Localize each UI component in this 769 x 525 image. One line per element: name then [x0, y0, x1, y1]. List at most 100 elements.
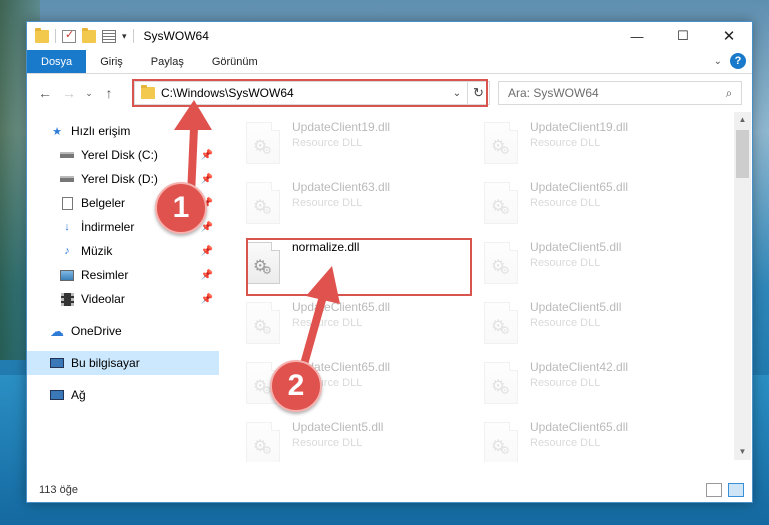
pin-icon: 📌	[200, 245, 213, 257]
sidebar-item-onedrive[interactable]: ☁ OneDrive	[27, 319, 219, 343]
music-icon: ♪	[64, 245, 70, 257]
video-icon	[59, 292, 75, 306]
file-name: normalize.dll	[292, 240, 360, 254]
details-view-icon[interactable]	[706, 483, 722, 497]
toolbar-divider	[55, 29, 56, 43]
file-item[interactable]: ⚙ ⚙ UpdateClient65.dll Resource DLL	[468, 418, 700, 462]
file-type: Resource DLL	[530, 377, 601, 389]
tab-home[interactable]: Giriş	[86, 50, 137, 73]
refresh-button[interactable]: ↻	[467, 82, 489, 104]
tab-share[interactable]: Paylaş	[137, 50, 198, 73]
pin-icon: 📌	[200, 173, 213, 185]
close-button[interactable]: ✕	[706, 22, 752, 50]
file-type: Resource DLL	[292, 317, 363, 329]
address-bar[interactable]: C:\Windows\SysWOW64 ⌄ ↻	[134, 81, 490, 105]
documents-icon	[59, 196, 75, 210]
help-icon[interactable]: ?	[730, 53, 746, 69]
ribbon-right-controls: ⌄ ?	[714, 53, 746, 69]
pictures-icon	[59, 268, 75, 282]
scroll-thumb[interactable]	[736, 130, 749, 178]
file-type: Resource DLL	[292, 197, 363, 209]
file-name: UpdateClient42.dll	[530, 360, 629, 374]
sidebar-item-label: Resimler	[81, 268, 129, 282]
sidebar-item-this-pc[interactable]: Bu bilgisayar	[27, 351, 219, 375]
minimize-button[interactable]: —	[614, 22, 660, 50]
file-type: Resource DLL	[530, 257, 601, 269]
pin-icon: 📌	[200, 269, 213, 281]
file-item[interactable]: ⚙ ⚙ UpdateClient65.dll Resource DLL	[230, 358, 462, 410]
customize-toolbar-icon[interactable]	[102, 29, 116, 43]
expand-ribbon-icon[interactable]: ⌄	[714, 56, 722, 67]
pin-icon: 📌	[200, 149, 213, 161]
folder-icon	[141, 85, 155, 99]
sidebar-item-label: Bu bilgisayar	[71, 356, 140, 370]
view-toggle	[706, 483, 744, 497]
up-button[interactable]: ↑	[97, 85, 121, 101]
tab-file[interactable]: Dosya	[27, 50, 87, 73]
star-icon: ★	[52, 125, 62, 138]
file-item[interactable]: ⚙ ⚙ UpdateClient65.dll Resource DLL	[468, 178, 700, 230]
sidebar-item-label: İndirmeler	[81, 220, 135, 234]
sidebar-item-disk-c[interactable]: Yerel Disk (C:) 📌	[27, 143, 219, 167]
tab-view[interactable]: Görünüm	[198, 50, 272, 73]
search-input[interactable]: Ara: SysWOW64	[508, 86, 717, 100]
sidebar-item-pictures[interactable]: Resimler 📌	[27, 263, 219, 287]
dll-file-icon: ⚙ ⚙	[246, 122, 280, 164]
sidebar-item-label: Yerel Disk (D:)	[81, 172, 158, 186]
file-type: Resource DLL	[530, 197, 601, 209]
file-item[interactable]: ⚙ ⚙ UpdateClient19.dll Resource DLL	[468, 118, 700, 170]
window-title: SysWOW64	[143, 29, 209, 43]
address-dropdown-icon[interactable]: ⌄	[447, 88, 467, 99]
file-item[interactable]: ⚙ ⚙ UpdateClient5.dll Resource DLL	[230, 418, 462, 462]
file-type: Resource DLL	[292, 437, 363, 449]
file-name: UpdateClient5.dll	[530, 300, 622, 314]
back-button[interactable]: ←	[33, 85, 57, 101]
sidebar-item-label: Yerel Disk (C:)	[81, 148, 158, 162]
file-type: Resource DLL	[292, 137, 363, 149]
sidebar-item-network[interactable]: Ağ	[27, 383, 219, 407]
sidebar-item-videos[interactable]: Videolar 📌	[27, 287, 219, 311]
properties-icon[interactable]	[62, 28, 76, 43]
address-path[interactable]: C:\Windows\SysWOW64	[161, 86, 447, 100]
file-item[interactable]: ⚙ ⚙ UpdateClient65.dll Resource DLL	[230, 298, 462, 350]
dll-file-icon: ⚙ ⚙	[484, 302, 518, 344]
sidebar-item-music[interactable]: ♪ Müzik 📌	[27, 239, 219, 263]
file-item[interactable]: ⚙ ⚙ UpdateClient42.dll Resource DLL	[468, 358, 700, 410]
scroll-up-icon[interactable]: ▲	[734, 112, 751, 128]
file-item-normalize-dll[interactable]: ⚙ ⚙ normalize.dll	[230, 238, 462, 290]
dll-file-icon: ⚙ ⚙	[484, 182, 518, 224]
sidebar-item-quick-access[interactable]: ★ Hızlı erişim	[27, 119, 219, 143]
large-icons-view-icon[interactable]	[728, 483, 744, 497]
new-folder-icon[interactable]	[82, 27, 96, 43]
quick-access-toolbar: ▾	[27, 22, 134, 50]
dll-file-icon: ⚙ ⚙	[246, 182, 280, 224]
scroll-down-icon[interactable]: ▼	[734, 444, 751, 460]
maximize-button[interactable]: ☐	[660, 22, 706, 50]
file-item[interactable]: ⚙ ⚙ UpdateClient63.dll Resource DLL	[230, 178, 462, 230]
sidebar-item-label: Belgeler	[81, 196, 126, 210]
search-box[interactable]: Ara: SysWOW64 ⌕	[498, 81, 742, 105]
dll-file-icon: ⚙ ⚙	[484, 362, 518, 404]
file-type: Resource DLL	[530, 437, 601, 449]
folder-icon	[35, 27, 49, 43]
file-name: UpdateClient19.dll	[530, 120, 629, 134]
file-item[interactable]: ⚙ ⚙ UpdateClient5.dll Resource DLL	[468, 298, 700, 350]
title-bar: ▾ SysWOW64 — ☐ ✕	[27, 22, 752, 50]
pin-icon: 📌	[200, 221, 213, 233]
pin-icon: 📌	[200, 293, 213, 305]
toolbar-dropdown-icon[interactable]: ▾	[122, 31, 127, 42]
recent-locations-button[interactable]: ⌄	[81, 88, 97, 99]
sidebar-item-label: OneDrive	[71, 324, 122, 338]
file-name: UpdateClient5.dll	[292, 420, 384, 434]
search-icon[interactable]: ⌕	[717, 86, 741, 101]
vertical-scrollbar[interactable]: ▲ ▼	[734, 112, 751, 460]
file-name: UpdateClient5.dll	[530, 240, 622, 254]
dll-file-icon: ⚙ ⚙	[246, 422, 280, 462]
toolbar-divider	[132, 29, 134, 43]
file-name: UpdateClient65.dll	[530, 420, 629, 434]
file-item[interactable]: ⚙ ⚙ UpdateClient19.dll Resource DLL	[230, 118, 462, 170]
file-item[interactable]: ⚙ ⚙ UpdateClient5.dll Resource DLL	[468, 238, 700, 290]
navigation-bar: ← → ⌄ ↑ C:\Windows\SysWOW64 ⌄ ↻ Ara: Sys…	[27, 75, 752, 111]
forward-button[interactable]: →	[57, 85, 81, 101]
file-type: Resource DLL	[530, 137, 601, 149]
